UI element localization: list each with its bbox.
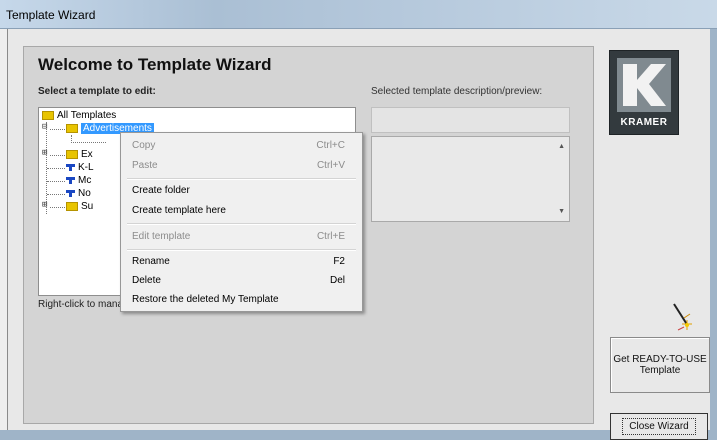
page-title: Welcome to Template Wizard <box>38 55 272 74</box>
menu-item-rename[interactable]: Rename F2 <box>121 252 362 272</box>
template-icon <box>66 163 75 171</box>
menu-item-label: Delete <box>132 275 161 286</box>
logo-k-mark <box>617 58 671 112</box>
menu-item-delete[interactable]: Delete Del <box>121 271 362 291</box>
menu-item-label: Create folder <box>132 185 190 196</box>
menu-item-shortcut: Ctrl+E <box>316 231 345 242</box>
preview-label: Selected template description/preview: <box>371 86 543 97</box>
tree-item-label: Ex <box>81 149 93 160</box>
menu-item-paste[interactable]: Paste Ctrl+V <box>121 156 362 176</box>
template-icon <box>66 176 75 184</box>
menu-item-shortcut: F2 <box>333 256 345 267</box>
tree-root-all-templates[interactable]: All Templates <box>42 109 116 122</box>
tree-line <box>50 129 65 130</box>
kramer-logo: KRAMER <box>609 50 679 135</box>
menu-separator <box>127 249 356 251</box>
tree-line <box>47 168 65 169</box>
select-template-label: Select a template to edit: <box>38 86 156 97</box>
tree-item-label: K-L <box>78 162 94 173</box>
tree-line <box>50 207 65 208</box>
menu-item-label: Copy <box>132 140 156 151</box>
tree-item-ex[interactable]: Ex <box>66 148 93 161</box>
template-preview-box[interactable]: ▲ ▼ <box>371 136 570 222</box>
folder-icon <box>42 110 54 120</box>
tree-item-no[interactable]: No <box>66 187 91 200</box>
scroll-down-icon[interactable]: ▼ <box>558 208 565 215</box>
tree-item-su[interactable]: Su <box>66 200 93 213</box>
tree-item-label: Su <box>81 201 94 212</box>
menu-separator <box>127 223 356 225</box>
menu-separator <box>127 178 356 180</box>
context-menu: Copy Ctrl+C Paste Ctrl+V Create folder C… <box>120 132 363 312</box>
tree-root-label: All Templates <box>57 110 117 121</box>
scroll-up-icon[interactable]: ▲ <box>558 143 565 150</box>
menu-item-label: Edit template <box>132 231 191 242</box>
template-description-box <box>371 107 570 133</box>
menu-item-label: Rename <box>132 256 170 267</box>
logo-text: KRAMER <box>620 117 668 128</box>
close-wizard-button[interactable]: Close Wizard <box>610 413 708 440</box>
window-title: Template Wizard <box>6 8 96 22</box>
menu-item-create-template[interactable]: Create template here <box>121 201 362 221</box>
tree-item-label: Mc <box>78 175 92 186</box>
magic-wand-icon <box>673 303 692 331</box>
title-bar[interactable]: Template Wizard <box>0 0 717 29</box>
tree-line <box>71 142 106 143</box>
window-left-edge <box>0 29 7 430</box>
tree-line <box>47 181 65 182</box>
menu-item-edit-template[interactable]: Edit template Ctrl+E <box>121 227 362 247</box>
template-icon <box>66 189 75 197</box>
folder-icon <box>66 123 78 133</box>
expand-icon[interactable]: ⊞ <box>42 200 47 210</box>
menu-item-shortcut: Ctrl+C <box>316 140 345 151</box>
tree-line <box>47 194 65 195</box>
close-wizard-label: Close Wizard <box>622 418 696 435</box>
menu-item-shortcut: Del <box>329 275 345 286</box>
tree-item-label: No <box>78 188 91 199</box>
menu-item-shortcut: Ctrl+V <box>316 160 345 171</box>
collapse-icon[interactable]: ⊟ <box>42 122 47 132</box>
menu-item-copy[interactable]: Copy Ctrl+C <box>121 136 362 156</box>
menu-item-label: Paste <box>132 160 158 171</box>
template-wizard-window: Template Wizard Welcome to Template Wiza… <box>0 0 717 440</box>
folder-icon <box>66 149 78 159</box>
get-ready-to-use-template-button[interactable]: Get READY-TO-USE Template <box>610 337 710 393</box>
menu-item-restore[interactable]: Restore the deleted My Template <box>121 290 362 310</box>
folder-icon <box>66 201 78 211</box>
menu-item-create-folder[interactable]: Create folder <box>121 181 362 201</box>
menu-item-label: Restore the deleted My Template <box>132 294 279 305</box>
expand-icon[interactable]: ⊞ <box>42 148 47 158</box>
tree-item-mc[interactable]: Mc <box>66 174 91 187</box>
k-letter-icon <box>623 64 666 106</box>
tree-item-kl[interactable]: K-L <box>66 161 94 174</box>
tree-line <box>50 155 65 156</box>
menu-item-label: Create template here <box>132 205 226 216</box>
